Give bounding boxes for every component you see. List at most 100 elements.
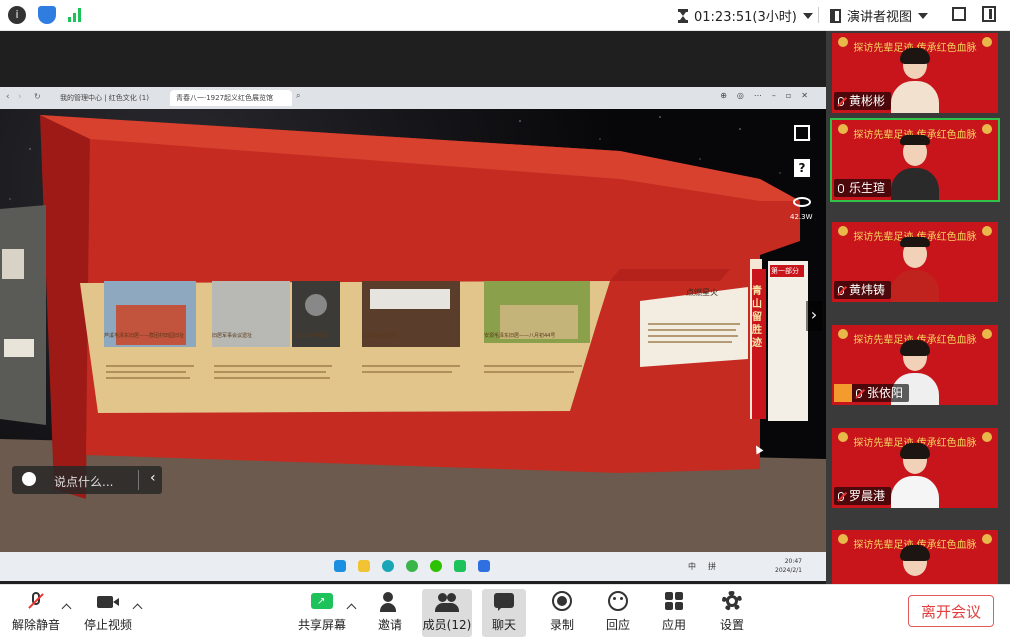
share-screen-button[interactable]: ↗ 共享屏幕 (296, 589, 348, 637)
view-mode-dropdown[interactable]: 演讲者视图 (830, 6, 929, 25)
sidebar-icon[interactable] (982, 6, 996, 22)
participant-name: 黄彬彬 (834, 92, 892, 110)
mic-muted-icon (838, 286, 844, 295)
participant-video (891, 237, 939, 302)
white-right-panel (768, 261, 808, 421)
file-explorer-icon[interactable] (358, 560, 370, 572)
forward-icon[interactable]: › (18, 92, 22, 102)
help-icon[interactable]: ? (794, 159, 810, 177)
participant-video (891, 48, 939, 113)
photo-caption: 芦溪毛泽东旧居——群团村田园旧址 (104, 333, 185, 339)
collapse-chat-button[interactable]: ‹ (150, 470, 156, 486)
participant-tile[interactable]: 探访先辈足迹 传承红色血脉 罗晨港 (832, 428, 998, 508)
participant-tile[interactable]: 探访先辈足迹 传承红色血脉 黄彬彬 (832, 33, 998, 113)
participant-tile[interactable]: 探访先辈足迹 传承红色血脉 张依阳 (832, 325, 998, 405)
eye-icon[interactable] (793, 197, 811, 207)
users-icon (435, 591, 459, 613)
unmute-button[interactable]: 解除静音 (8, 589, 64, 637)
chevron-down-icon (918, 13, 929, 19)
red-accent-stripe (610, 269, 730, 281)
emoji-icon (606, 591, 630, 613)
app-icon[interactable] (406, 560, 418, 572)
meeting-toolbar: 解除静音 停止视频 ↗ 共享屏幕 邀请 成员(12) 聊天 录制 回应 应用 设… (0, 584, 1010, 639)
participant-tile-speaking[interactable]: 探访先辈足迹 传承红色血脉 乐生瑄 (830, 118, 1000, 202)
participants-button[interactable]: 成员(12) (422, 589, 472, 637)
speaker-view-icon (830, 9, 841, 23)
white-text-panel (640, 287, 748, 367)
window-controls[interactable]: ⊕◎⋯–▫✕ (720, 91, 818, 100)
app-icon[interactable] (454, 560, 466, 572)
react-button[interactable]: 回应 (596, 589, 640, 637)
info-icon[interactable]: i (8, 6, 26, 24)
leave-meeting-button[interactable]: 离开会议 (908, 595, 994, 627)
smiley-icon[interactable] (22, 472, 36, 486)
apps-button[interactable]: 应用 (652, 589, 696, 637)
chat-button[interactable]: 聊天 (482, 589, 526, 637)
mic-muted-icon (838, 97, 844, 106)
back-icon[interactable]: ‹ (6, 92, 10, 102)
wall-panel-left (0, 205, 46, 425)
chevron-up-icon[interactable] (346, 603, 357, 614)
wechat-icon[interactable] (430, 560, 442, 572)
section-badge: 第一部分 (771, 267, 799, 275)
photo-caption: 文家市会师旧址 (362, 333, 398, 339)
meeting-timer[interactable]: 01:23:51(3小时) (678, 6, 813, 25)
participant-name: 乐生瑄 (834, 179, 892, 197)
clock-time: 20:47 (784, 558, 802, 565)
chat-input[interactable]: 说点什么... (54, 473, 113, 490)
shared-screen: ‹ › ↻ 我的管理中心 | 红色文化 (1) 青春八一·1927起义红色展览馆… (0, 87, 826, 581)
edge-icon[interactable] (382, 560, 394, 572)
view-count: 42.3W (790, 213, 813, 221)
hourglass-icon (678, 9, 688, 23)
gear-icon (720, 591, 744, 613)
windows-start-icon[interactable] (334, 560, 346, 572)
chat-bubble-icon (492, 591, 516, 613)
ime-indicator[interactable]: 中 (688, 561, 696, 572)
participant-gallery: 探访先辈足迹 传承红色血脉 黄彬彬 探访先辈足迹 传承红色血脉 乐生瑄 探访先辈… (826, 31, 1010, 584)
mic-muted-icon (838, 492, 844, 501)
mic-muted-icon (24, 591, 48, 613)
settings-button[interactable]: 设置 (710, 589, 754, 637)
next-arrow[interactable]: › (806, 301, 822, 331)
taskbar-clock[interactable]: 20:47 2024/2/1 (775, 557, 802, 575)
shield-icon[interactable] (38, 6, 56, 24)
browser-tab[interactable]: 我的管理中心 | 红色文化 (1) (54, 90, 166, 106)
signal-icon[interactable] (68, 8, 84, 22)
fullscreen-icon[interactable] (794, 125, 810, 141)
participant-video (891, 545, 939, 584)
participant-video (891, 443, 939, 508)
record-button[interactable]: 录制 (540, 589, 584, 637)
divider (818, 7, 819, 23)
apps-grid-icon (662, 591, 686, 613)
meeting-app-icon[interactable] (478, 560, 490, 572)
chat-bar[interactable]: 说点什么... ‹ (12, 466, 162, 494)
clock-date: 2024/2/1 (775, 567, 802, 574)
participant-video (891, 135, 939, 200)
ime-mode[interactable]: 拼 (708, 561, 716, 572)
meeting-top-bar: i 01:23:51(3小时) 演讲者视图 (0, 0, 1010, 31)
participant-tile[interactable]: 探访先辈足迹 传承红色血脉 黄炜铸 (832, 222, 998, 302)
fullscreen-icon[interactable] (952, 7, 966, 21)
photo-caption: 旧居军事会议遗址 (212, 333, 253, 339)
search-icon[interactable]: ⌕ (296, 91, 300, 101)
left-photo (2, 249, 24, 279)
invite-button[interactable]: 邀请 (368, 589, 412, 637)
chevron-down-icon (802, 13, 813, 19)
virtual-exhibition-scene: 芦溪毛泽东旧居——群团村田园旧址 旧居军事会议遗址 1927年的毛泽东 文家市会… (0, 109, 826, 552)
participant-tile[interactable]: 探访先辈足迹 传承红色血脉 (832, 530, 998, 584)
stop-video-button[interactable]: 停止视频 (80, 589, 136, 637)
photo-caption: 1927年的毛泽东 (292, 333, 330, 339)
browser-tab-active[interactable]: 青春八一·1927起义红色展览馆 (170, 90, 292, 106)
photo-caption: 安源毛泽东旧居——八月初44号 (484, 333, 556, 339)
avatar-icon (834, 383, 852, 402)
shared-screen-stage: ‹ › ↻ 我的管理中心 | 红色文化 (1) 青春八一·1927起义红色展览馆… (0, 31, 826, 584)
participant-name: 张依阳 (834, 383, 910, 402)
vertical-banner-text: 青山留胜迹 (752, 286, 762, 349)
participant-name: 黄炜铸 (834, 281, 892, 299)
timer-text: 01:23:51(3小时) (694, 10, 797, 25)
reload-icon[interactable]: ↻ (34, 92, 41, 101)
left-photo (4, 339, 34, 357)
view-mode-label: 演讲者视图 (847, 10, 913, 25)
chevron-left-icon[interactable] (138, 470, 139, 490)
mic-muted-icon (856, 389, 862, 398)
